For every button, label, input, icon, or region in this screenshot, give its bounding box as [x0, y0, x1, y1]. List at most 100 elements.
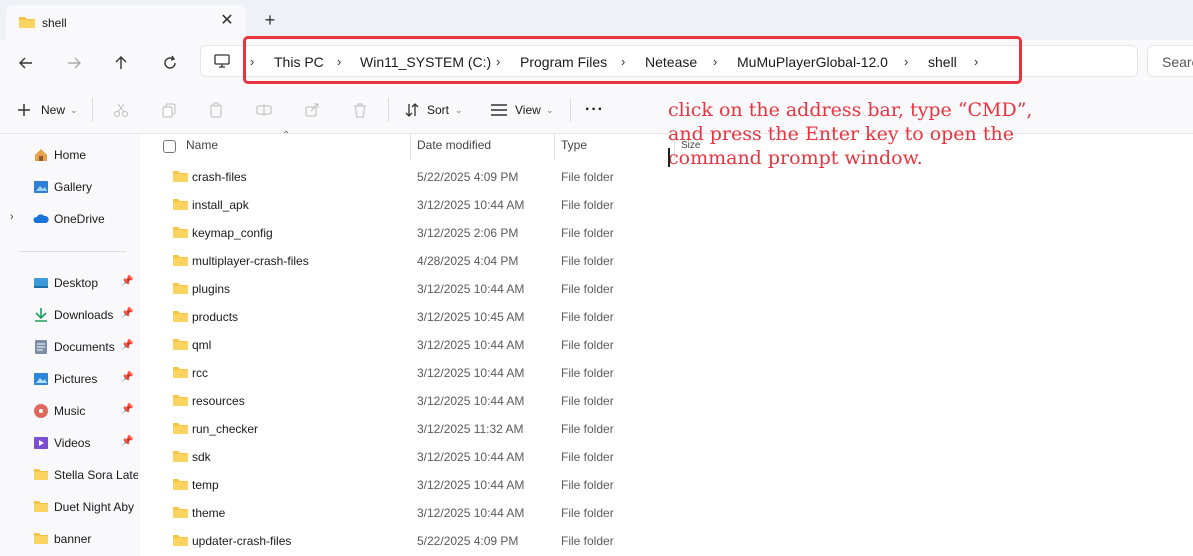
cut-icon[interactable] [111, 100, 131, 120]
sort-icon[interactable] [402, 100, 422, 120]
file-name: rcc [192, 366, 208, 380]
file-type: File folder [561, 534, 614, 548]
folder-icon [18, 14, 36, 33]
pin-icon[interactable]: 📌 [121, 436, 133, 447]
folder-icon [33, 531, 49, 547]
column-header-type[interactable]: Type [561, 138, 587, 152]
column-divider[interactable] [410, 134, 411, 160]
forward-arrow-icon[interactable] [61, 50, 87, 76]
share-icon[interactable] [302, 100, 322, 120]
sidebar-item-onedrive[interactable]: › OneDrive [0, 207, 140, 231]
sidebar-item-documents[interactable]: Documents 📌 [0, 335, 140, 359]
refresh-icon[interactable] [157, 50, 183, 76]
sidebar-item-gallery[interactable]: Gallery [0, 175, 140, 199]
pin-icon[interactable]: 📌 [121, 372, 133, 383]
view-icon[interactable] [489, 100, 509, 120]
desktop-icon [33, 275, 49, 291]
file-date: 5/22/2025 4:09 PM [417, 170, 519, 184]
sidebar-item-downloads[interactable]: Downloads 📌 [0, 303, 140, 327]
chevron-down-icon[interactable]: ⌄ [70, 100, 78, 120]
table-row[interactable]: rcc 3/12/2025 10:44 AM File folder [140, 358, 1193, 386]
folder-icon [172, 505, 189, 522]
sidebar-item-stella-sora[interactable]: Stella Sora Lates [0, 463, 140, 487]
new-tab-button[interactable]: + [260, 10, 280, 30]
delete-icon[interactable] [350, 100, 370, 120]
file-name: updater-crash-files [192, 534, 292, 548]
plus-icon [14, 100, 34, 120]
file-date: 3/12/2025 10:44 AM [417, 394, 525, 408]
file-type: File folder [561, 170, 614, 184]
table-row[interactable]: sdk 3/12/2025 10:44 AM File folder [140, 442, 1193, 470]
sort-ascending-icon: ⌃ [282, 130, 291, 141]
column-header-name[interactable]: Name [186, 138, 218, 152]
folder-icon [33, 499, 49, 515]
table-row[interactable]: plugins 3/12/2025 10:44 AM File folder [140, 274, 1193, 302]
chevron-right-icon[interactable]: › [10, 211, 14, 223]
back-arrow-icon[interactable] [13, 50, 39, 76]
new-button[interactable]: New [41, 100, 65, 120]
gallery-icon [33, 179, 49, 195]
table-row[interactable]: resources 3/12/2025 10:44 AM File folder [140, 386, 1193, 414]
sort-button[interactable]: Sort [427, 100, 449, 120]
file-type: File folder [561, 422, 614, 436]
table-row[interactable]: temp 3/12/2025 10:44 AM File folder [140, 470, 1193, 498]
sidebar-item-duet-night[interactable]: Duet Night Aby [0, 495, 140, 519]
sidebar-item-videos[interactable]: Videos 📌 [0, 431, 140, 455]
sidebar-item-banner[interactable]: banner [0, 527, 140, 551]
up-arrow-icon[interactable] [108, 50, 134, 76]
tab-shell[interactable]: shell ✕ [6, 5, 246, 40]
tab-bar: shell ✕ + [0, 0, 1193, 40]
table-row[interactable]: qml 3/12/2025 10:44 AM File folder [140, 330, 1193, 358]
tab-title: shell [42, 16, 67, 30]
copy-icon[interactable] [159, 100, 179, 120]
pin-icon[interactable]: 📌 [121, 308, 133, 319]
monitor-icon [213, 53, 231, 72]
more-options-icon[interactable]: ··· [585, 100, 604, 120]
file-date: 3/12/2025 10:44 AM [417, 282, 525, 296]
folder-icon [172, 225, 189, 242]
search-input[interactable]: Search [1147, 45, 1193, 77]
folder-icon [172, 169, 189, 186]
file-date: 3/12/2025 10:44 AM [417, 478, 525, 492]
table-row[interactable]: keymap_config 3/12/2025 2:06 PM File folde… [140, 218, 1193, 246]
chevron-down-icon[interactable]: ⌄ [455, 100, 463, 120]
sidebar-item-home[interactable]: Home [0, 143, 140, 167]
sidebar-item-desktop[interactable]: Desktop 📌 [0, 271, 140, 295]
view-button[interactable]: View [515, 100, 541, 120]
pin-icon[interactable]: 📌 [121, 340, 133, 351]
pin-icon[interactable]: 📌 [121, 404, 133, 415]
file-name: install_apk [192, 198, 249, 212]
column-header-date[interactable]: Date modified [417, 138, 491, 152]
folder-icon [33, 467, 49, 483]
table-row[interactable]: install_apk 3/12/2025 10:44 AM File folder [140, 190, 1193, 218]
table-row[interactable]: theme 3/12/2025 10:44 AM File folder [140, 498, 1193, 526]
paste-icon[interactable] [206, 100, 226, 120]
select-all-checkbox[interactable] [163, 140, 176, 153]
file-name: products [192, 310, 239, 324]
pin-icon[interactable]: 📌 [121, 276, 133, 287]
sidebar-item-pictures[interactable]: Pictures 📌 [0, 367, 140, 391]
text-cursor [668, 148, 670, 167]
file-type: File folder [561, 338, 614, 352]
rename-icon[interactable] [254, 100, 274, 120]
chevron-down-icon[interactable]: ⌄ [546, 100, 554, 120]
file-date: 3/12/2025 10:44 AM [417, 450, 525, 464]
column-divider[interactable] [554, 134, 555, 160]
cloud-icon [33, 211, 49, 227]
video-icon [33, 435, 49, 451]
file-date: 3/12/2025 10:44 AM [417, 366, 525, 380]
file-type: File folder [561, 254, 614, 268]
table-row[interactable]: run_checker 3/12/2025 11:32 AM File folder [140, 414, 1193, 442]
folder-icon [172, 309, 189, 326]
sidebar-item-music[interactable]: Music 📌 [0, 399, 140, 423]
table-row[interactable]: updater-crash-files 5/22/2025 4:09 PM File… [140, 526, 1193, 554]
table-row[interactable]: products 3/12/2025 10:45 AM File folder [140, 302, 1193, 330]
navigation-pane: Home Gallery › OneDrive Desktop 📌 Downlo… [0, 134, 140, 556]
file-date: 3/12/2025 2:06 PM [417, 226, 519, 240]
file-type: File folder [561, 198, 614, 212]
tab-close-icon[interactable]: ✕ [218, 12, 236, 30]
file-date: 4/28/2025 4:04 PM [417, 254, 519, 268]
file-date: 3/12/2025 10:44 AM [417, 198, 525, 212]
table-row[interactable]: multiplayer-crash-files 4/28/2025 4:04 PM… [140, 246, 1193, 274]
file-type: File folder [561, 478, 614, 492]
